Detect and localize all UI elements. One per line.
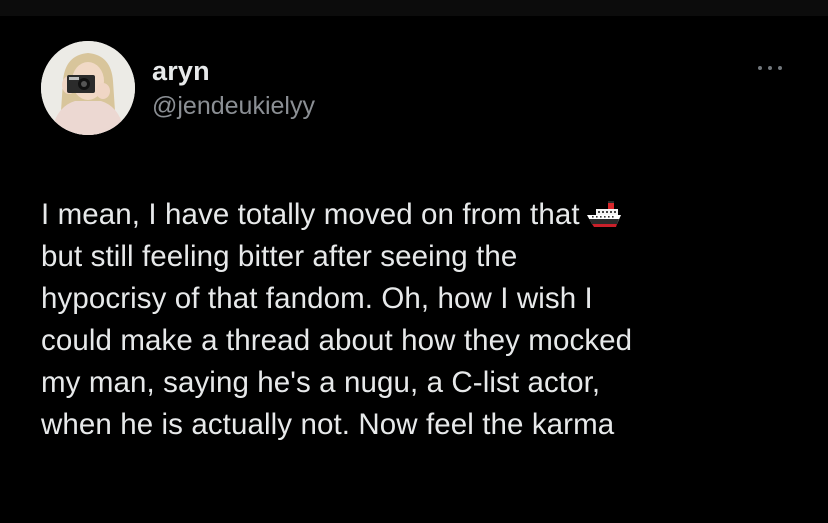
more-options-icon-dot bbox=[778, 66, 782, 70]
tweet-text-line-6: when he is actually not. Now feel the ka… bbox=[41, 408, 615, 441]
more-options-icon bbox=[758, 66, 762, 70]
username-handle[interactable]: @jendeukielyy bbox=[152, 91, 315, 121]
more-options-icon-dot bbox=[768, 66, 772, 70]
top-strip bbox=[0, 0, 828, 16]
tweet-text-line: my man, saying he's a nugu, a C-list act… bbox=[41, 362, 811, 404]
tweet-text-line-2: but still feeling bitter after seeing th… bbox=[41, 240, 518, 273]
tweet-text-line: could make a thread about how they mocke… bbox=[41, 320, 811, 362]
tweet-text-line: but still feeling bitter after seeing th… bbox=[41, 236, 811, 278]
tweet-text-line-5: my man, saying he's a nugu, a C-list act… bbox=[41, 366, 601, 399]
tweet-text-line-4: could make a thread about how they mocke… bbox=[41, 324, 633, 357]
avatar[interactable] bbox=[41, 41, 135, 135]
display-name[interactable]: aryn bbox=[152, 56, 315, 86]
tweet-text-line-1: I mean, I have totally moved on from tha… bbox=[41, 198, 580, 231]
author-identity: aryn @jendeukielyy bbox=[152, 56, 315, 121]
tweet-text-line: hypocrisy of that fandom. Oh, how I wish… bbox=[41, 278, 811, 320]
tweet-text-line: when he is actually not. Now feel the ka… bbox=[41, 404, 811, 446]
tweet-text-line: I mean, I have totally moved on from tha… bbox=[41, 194, 811, 236]
ship-icon bbox=[586, 200, 622, 230]
more-options-button[interactable] bbox=[754, 60, 786, 76]
avatar-photo bbox=[41, 41, 135, 135]
tweet-text: I mean, I have totally moved on from tha… bbox=[41, 194, 811, 446]
tweet-text-line-3: hypocrisy of that fandom. Oh, how I wish… bbox=[41, 282, 593, 315]
